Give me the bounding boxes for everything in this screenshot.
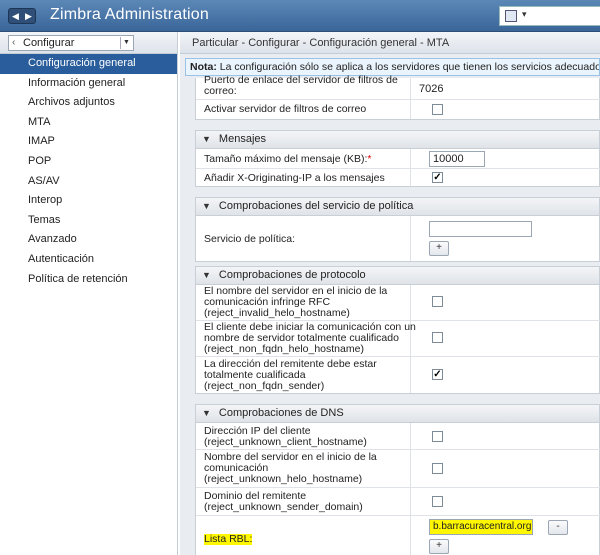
protocol-row: El nombre del servidor en el inicio de l… — [196, 285, 600, 321]
rbl-row: Lista RBL: b.barracuracentral.org - + — [196, 516, 600, 555]
policy-service-row: Servicio de política: + — [196, 216, 600, 262]
back-chevron-icon[interactable]: ‹ — [12, 36, 15, 50]
nav-item-informacion-general[interactable]: Información general — [0, 74, 177, 94]
nav-buttons: ◀ ▶ — [8, 8, 36, 24]
mensajes-section: ▼ Mensajes Tamaño máximo del mensaje (KB)… — [195, 130, 600, 187]
protocol-row: El cliente debe iniciar la comunicación … — [196, 321, 600, 357]
protocolo-title: Comprobaciones de protocolo — [218, 269, 366, 281]
xorig-checkbox[interactable]: ✓ — [432, 172, 443, 183]
breadcrumb: Particular - Configurar - Configuración … — [180, 32, 600, 54]
note-prefix: Nota: — [190, 61, 217, 73]
max-size-label: Tamaño máximo del mensaje (KB):* — [204, 154, 372, 165]
chevron-down-icon[interactable]: ▾ — [522, 9, 527, 20]
app-header: ◀ ▶ Zimbra Administration ▾ — [0, 0, 600, 32]
nav-item-imap[interactable]: IMAP — [0, 132, 177, 152]
policy-service-input[interactable] — [429, 221, 532, 237]
activate-filter-checkbox[interactable] — [432, 104, 443, 115]
protocol-row-label: La dirección del remitente debe estar to… — [204, 359, 377, 392]
dns-header[interactable]: ▼ Comprobaciones de DNS — [196, 405, 599, 423]
reject-invalid-helo-checkbox[interactable] — [432, 296, 443, 307]
nav-header: ‹ Configurar ▼ — [0, 32, 177, 54]
politica-header[interactable]: ▼ Comprobaciones del servicio de política — [196, 198, 599, 216]
filter-server-section: Puerto de enlace del servidor de filtros… — [195, 74, 600, 120]
xorig-label: Añadir X-Originating-IP a los mensajes — [204, 172, 385, 184]
reject-unknown-sender-checkbox[interactable] — [432, 496, 443, 507]
section-selector-label: Configurar — [23, 37, 75, 49]
reject-unknown-helo-checkbox[interactable] — [432, 463, 443, 474]
nav-item-avanzado[interactable]: Avanzado — [0, 230, 177, 250]
nav-item-pop[interactable]: POP — [0, 152, 177, 172]
nav-item-mta[interactable]: MTA — [0, 113, 177, 133]
max-size-row: Tamaño máximo del mensaje (KB):* 10000 — [196, 149, 600, 169]
note-text: La configuración sólo se aplica a los se… — [219, 61, 600, 73]
max-size-input[interactable]: 10000 — [429, 151, 485, 167]
section-selector[interactable]: ‹ Configurar ▼ — [8, 35, 134, 51]
xorig-row: Añadir X-Originating-IP a los mensajes ✓ — [196, 169, 600, 187]
activate-filter-label: Activar servidor de filtros de correo — [204, 103, 367, 115]
label-line: (reject_unknown_client_hostname) — [204, 436, 367, 448]
dns-title: Comprobaciones de DNS — [218, 407, 344, 419]
add-policy-button[interactable]: + — [429, 241, 449, 256]
protocol-row-label: El cliente debe iniciar la comunicación … — [204, 322, 416, 355]
nav-item-politica-retencion[interactable]: Política de retención — [0, 270, 177, 290]
protocolo-section: ▼ Comprobaciones de protocolo El nombre d… — [195, 266, 600, 394]
filter-port-row: Puerto de enlace del servidor de filtros… — [196, 74, 600, 100]
add-rbl-button[interactable]: + — [429, 539, 449, 554]
protocol-row: La dirección del remitente debe estar to… — [196, 357, 600, 394]
nav-item-archivos-adjuntos[interactable]: Archivos adjuntos — [0, 93, 177, 113]
forward-arrow-icon[interactable]: ▶ — [22, 9, 35, 23]
mensajes-title: Mensajes — [218, 133, 266, 145]
dns-row: Dominio del remitente (reject_unknown_se… — [196, 488, 600, 516]
required-mark: * — [367, 153, 372, 165]
rbl-label: Lista RBL: — [204, 533, 253, 545]
max-size-label-text: Tamaño máximo del mensaje (KB): — [204, 153, 368, 165]
collapse-triangle-icon[interactable]: ▼ — [202, 267, 211, 284]
dns-row: Nombre del servidor en el inicio de la c… — [196, 450, 600, 488]
collapse-triangle-icon[interactable]: ▼ — [202, 198, 211, 215]
nav-item-autenticacion[interactable]: Autenticación — [0, 250, 177, 270]
search-type-icon[interactable] — [505, 10, 517, 22]
label-line: (reject_non_fqdn_helo_hostname) — [204, 343, 364, 355]
label-line: (reject_invalid_helo_hostname) — [204, 307, 350, 319]
reject-non-fqdn-helo-checkbox[interactable] — [432, 332, 443, 343]
label-line: (reject_non_fqdn_sender) — [204, 380, 325, 392]
dns-section: ▼ Comprobaciones de DNS Dirección IP del … — [195, 404, 600, 555]
nav-item-interop[interactable]: Interop — [0, 191, 177, 211]
nav-list: Configuración general Información genera… — [0, 54, 177, 289]
nav-item-configuracion-general[interactable]: Configuración general — [0, 54, 177, 74]
filter-port-value: 7026 — [419, 83, 444, 95]
dns-row-label: Nombre del servidor en el inicio de la c… — [204, 452, 377, 485]
nav-item-temas[interactable]: Temas — [0, 211, 177, 231]
dns-row-label: Dirección IP del cliente (reject_unknown… — [204, 426, 367, 448]
main-content: Particular - Configurar - Configuración … — [180, 32, 600, 555]
filter-port-label: Puerto de enlace del servidor de filtros… — [204, 74, 398, 97]
label-line: (reject_unknown_helo_hostname) — [204, 473, 363, 485]
mensajes-header[interactable]: ▼ Mensajes — [196, 131, 599, 149]
remove-rbl-button[interactable]: - — [548, 520, 568, 535]
protocol-row-label: El nombre del servidor en el inicio de l… — [204, 286, 387, 319]
left-navigation: ‹ Configurar ▼ Configuración general Inf… — [0, 32, 178, 555]
activate-filter-row: Activar servidor de filtros de correo — [196, 100, 600, 120]
nav-item-as-av[interactable]: AS/AV — [0, 172, 177, 192]
rbl-input[interactable]: b.barracuracentral.org — [429, 519, 533, 535]
collapse-triangle-icon[interactable]: ▼ — [202, 405, 211, 422]
collapse-triangle-icon[interactable]: ▼ — [202, 131, 211, 148]
app-title: Zimbra Administration — [50, 6, 209, 23]
politica-title: Comprobaciones del servicio de política — [218, 200, 414, 212]
reject-non-fqdn-sender-checkbox[interactable]: ✓ — [432, 369, 443, 380]
dns-row-label: Dominio del remitente (reject_unknown_se… — [204, 491, 363, 513]
back-arrow-icon[interactable]: ◀ — [9, 9, 22, 23]
politica-section: ▼ Comprobaciones del servicio de política… — [195, 197, 600, 262]
policy-service-label: Servicio de política: — [204, 233, 296, 245]
reject-unknown-client-checkbox[interactable] — [432, 431, 443, 442]
label-line: (reject_unknown_sender_domain) — [204, 501, 363, 513]
chevron-down-icon[interactable]: ▼ — [120, 37, 132, 49]
protocolo-header[interactable]: ▼ Comprobaciones de protocolo — [196, 267, 599, 285]
search-box[interactable]: ▾ — [499, 6, 600, 26]
dns-row: Dirección IP del cliente (reject_unknown… — [196, 423, 600, 450]
